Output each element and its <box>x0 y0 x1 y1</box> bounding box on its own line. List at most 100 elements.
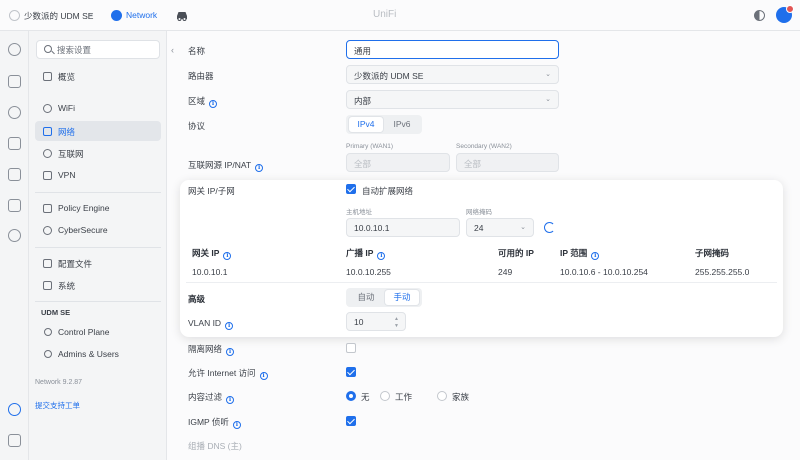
search-icon <box>44 45 52 53</box>
content-filter-option-family[interactable]: 家族 <box>452 391 469 403</box>
wifi-icon <box>43 104 52 113</box>
search-input[interactable] <box>57 43 157 56</box>
zone-label-text: 区域 <box>188 96 206 106</box>
advanced-label: 高级 <box>188 294 206 304</box>
advanced-option-manual[interactable]: 手动 <box>385 290 419 305</box>
devices-icon[interactable] <box>8 106 21 119</box>
avatar[interactable] <box>776 5 794 23</box>
sidebar-item-vpn[interactable]: VPN <box>35 165 161 185</box>
system-icon <box>43 281 52 290</box>
settings-gear-icon[interactable] <box>8 403 21 416</box>
table-header-subnet-mask: 子网掩码 <box>695 248 730 258</box>
host-address-label: 主机地址 <box>346 209 372 216</box>
vlan-id-stepper[interactable]: 10 ▲ ▼ <box>346 312 406 331</box>
site-selector[interactable]: 少数派的 UDM SE <box>24 10 93 22</box>
table-header-broadcast-ip: 广播 IP i <box>346 247 386 260</box>
sidebar-item-internet[interactable]: 互联网 <box>35 143 161 163</box>
info-icon[interactable]: i <box>225 322 234 330</box>
refresh-icon[interactable] <box>544 222 555 233</box>
secondary-wan-select[interactable]: 全部 <box>456 153 559 172</box>
info-icon[interactable]: i <box>232 421 241 429</box>
sidebar-item-system[interactable]: 系统 <box>35 275 161 295</box>
collapse-sidebar-icon[interactable]: ‹ <box>171 45 174 55</box>
zone-select[interactable]: 内部 ⌄ <box>346 90 559 109</box>
sidebar-divider <box>35 192 161 193</box>
unifi-logo-icon[interactable] <box>9 10 20 21</box>
internet-access-checkbox[interactable] <box>346 367 356 377</box>
auto-scale-checkbox[interactable] <box>346 184 356 194</box>
insights-icon[interactable] <box>8 168 21 181</box>
info-icon[interactable]: i <box>591 252 600 260</box>
network-app-label[interactable]: Network <box>126 10 157 20</box>
policy-icon <box>43 204 52 213</box>
dashboard-icon[interactable] <box>8 43 21 56</box>
content-filter-radio-family[interactable] <box>437 391 447 401</box>
stepper-down-icon[interactable]: ▼ <box>394 323 399 329</box>
name-label: 名称 <box>188 46 206 56</box>
sidebar-item-label: 系统 <box>58 281 76 291</box>
sidebar-item-cybersecure[interactable]: CyberSecure <box>35 220 161 240</box>
info-icon[interactable]: i <box>223 252 232 260</box>
sidebar-item-admins-users[interactable]: Admins & Users <box>58 349 119 359</box>
info-icon[interactable]: i <box>209 100 218 108</box>
logs-icon[interactable] <box>8 434 21 447</box>
info-icon[interactable]: i <box>226 348 235 356</box>
table-header-usable-ips: 可用的 IP <box>498 248 534 258</box>
topology-icon[interactable] <box>8 75 21 88</box>
sidebar-item-control-plane[interactable]: Control Plane <box>58 327 110 337</box>
radios-icon[interactable] <box>8 199 21 212</box>
theme-toggle-icon[interactable] <box>754 10 765 21</box>
table-divider <box>186 282 777 283</box>
sidebar-item-policy-engine[interactable]: Policy Engine <box>35 198 161 218</box>
content-filter-radio-work[interactable] <box>380 391 390 401</box>
router-select[interactable]: 少数派的 UDM SE ⌄ <box>346 65 559 84</box>
page-title: UniFi <box>373 9 397 20</box>
protocol-option-ipv6[interactable]: IPv6 <box>385 117 419 132</box>
stepper-up-icon[interactable]: ▲ <box>394 316 399 322</box>
chevron-down-icon: ⌄ <box>545 71 551 78</box>
content-filter-radio-none[interactable] <box>346 391 356 401</box>
igmp-checkbox[interactable] <box>346 416 356 426</box>
sidebar-item-overview[interactable]: 概览 <box>35 66 161 86</box>
info-icon[interactable]: i <box>259 372 268 380</box>
settings-sidebar: 概览 WiFi 网络 互联网 VPN Policy Engine CyberSe… <box>29 31 167 460</box>
sidebar-item-wifi[interactable]: WiFi <box>35 98 161 118</box>
advanced-option-auto[interactable]: 自动 <box>349 290 383 305</box>
secondary-wan-label: Secondary (WAN2) <box>456 143 512 150</box>
chevron-down-icon: ⌄ <box>545 96 551 103</box>
globe-icon <box>43 149 52 158</box>
header-text: 广播 IP <box>346 248 374 258</box>
content-filter-option-work[interactable]: 工作 <box>395 391 412 403</box>
isolate-network-checkbox[interactable] <box>346 343 356 353</box>
sidebar-divider <box>35 247 161 248</box>
sidebar-item-label: 配置文件 <box>58 259 93 269</box>
primary-wan-select[interactable]: 全部 <box>346 153 450 172</box>
protocol-label: 协议 <box>188 121 206 131</box>
vlan-value: 10 <box>354 317 364 327</box>
info-icon[interactable]: i <box>226 396 235 404</box>
sidebar-item-networks[interactable]: 网络 <box>35 121 161 141</box>
vpn-icon <box>43 171 52 180</box>
clients-icon[interactable] <box>8 137 21 150</box>
content-filter-option-none[interactable]: 无 <box>361 391 370 403</box>
security-icon[interactable] <box>8 229 21 242</box>
info-icon[interactable]: i <box>377 252 386 260</box>
auto-scale-label: 自动扩展网络 <box>362 186 414 196</box>
support-ticket-link[interactable]: 提交支持工单 <box>35 400 80 411</box>
app-rail <box>0 31 29 460</box>
protocol-option-ipv4[interactable]: IPv4 <box>349 117 383 132</box>
internet-access-label: 允许 Internet 访问 i <box>188 367 268 380</box>
network-app-icon[interactable] <box>111 10 122 21</box>
protocol-segmented: IPv4 IPv6 <box>346 115 422 134</box>
networks-icon <box>43 127 52 136</box>
host-address-input[interactable]: 10.0.10.1 <box>346 218 460 237</box>
primary-wan-label: Primary (WAN1) <box>346 143 394 150</box>
vehicle-icon[interactable] <box>175 9 189 21</box>
sidebar-divider <box>35 301 161 302</box>
settings-search[interactable] <box>36 40 160 59</box>
name-input[interactable]: 通用 <box>346 40 559 59</box>
info-icon[interactable]: i <box>255 164 264 172</box>
site-chevron-icon[interactable]: ⌄ <box>88 10 94 18</box>
netmask-select[interactable]: 24 ⌄ <box>466 218 534 237</box>
sidebar-item-profiles[interactable]: 配置文件 <box>35 253 161 273</box>
